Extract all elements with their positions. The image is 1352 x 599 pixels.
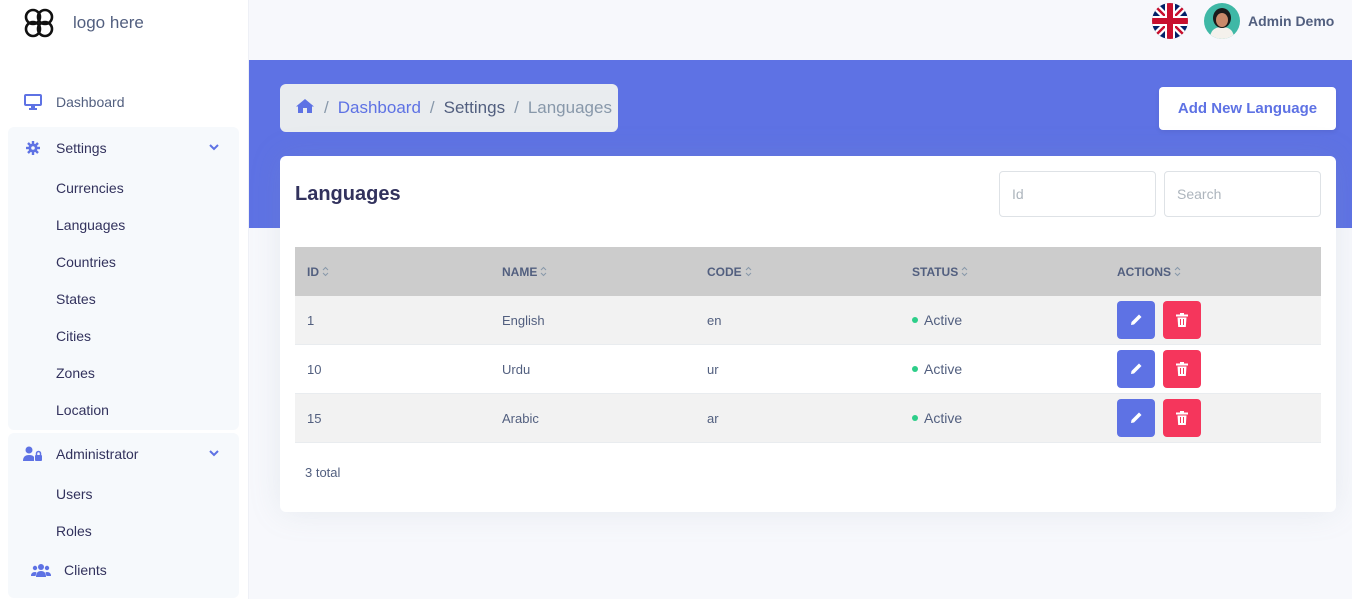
pencil-icon bbox=[1131, 314, 1142, 325]
logo-icon bbox=[24, 8, 54, 38]
status-dot bbox=[912, 415, 918, 421]
breadcrumb-separator: / bbox=[514, 98, 519, 117]
row-actions bbox=[1117, 350, 1321, 388]
sidebar-item-label: Settings bbox=[56, 140, 107, 156]
cell-code: ur bbox=[707, 361, 719, 377]
breadcrumb-current: Languages bbox=[527, 98, 612, 117]
sidebar-item-countries[interactable]: Countries bbox=[8, 243, 239, 280]
topbar: Admin Demo bbox=[249, 0, 1352, 60]
cell-code: en bbox=[707, 312, 722, 328]
uk-flag-icon[interactable] bbox=[1152, 3, 1188, 39]
status-dot bbox=[912, 366, 918, 372]
trash-icon bbox=[1176, 362, 1188, 376]
user-lock-icon bbox=[23, 444, 43, 464]
breadcrumb: / Dashboard / Settings / Languages bbox=[280, 84, 618, 132]
delete-button[interactable] bbox=[1163, 399, 1201, 437]
sidebar-item-label: Clients bbox=[64, 562, 107, 578]
home-icon[interactable] bbox=[295, 98, 315, 119]
sort-icon bbox=[540, 266, 547, 277]
cell-code: ar bbox=[707, 410, 719, 426]
table-total: 3 total bbox=[305, 465, 341, 480]
sidebar-item-states[interactable]: States bbox=[8, 280, 239, 317]
gear-icon bbox=[23, 138, 43, 158]
id-filter-input[interactable] bbox=[999, 171, 1156, 217]
row-actions bbox=[1117, 399, 1321, 437]
cell-id: 10 bbox=[307, 361, 322, 377]
column-header-name[interactable]: NAME bbox=[502, 265, 707, 279]
breadcrumb-settings[interactable]: Settings bbox=[444, 98, 505, 118]
chevron-down-icon bbox=[209, 450, 219, 457]
avatar[interactable] bbox=[1204, 3, 1240, 39]
edit-button[interactable] bbox=[1117, 350, 1155, 388]
sidebar-item-cities[interactable]: Cities bbox=[8, 317, 239, 354]
sidebar-item-administrator[interactable]: Administrator bbox=[8, 433, 239, 475]
edit-button[interactable] bbox=[1117, 399, 1155, 437]
sidebar-item-label: Dashboard bbox=[56, 94, 125, 110]
sidebar-item-location[interactable]: Location bbox=[8, 391, 239, 428]
column-header-actions[interactable]: ACTIONS bbox=[1117, 265, 1321, 279]
logo-text: logo here bbox=[73, 13, 144, 32]
chevron-down-icon bbox=[209, 144, 219, 151]
cell-name: Arabic bbox=[502, 410, 539, 426]
sidebar-item-roles[interactable]: Roles bbox=[8, 512, 239, 549]
sidebar-item-users[interactable]: Users bbox=[8, 475, 239, 512]
card-title: Languages bbox=[295, 183, 401, 205]
add-language-button[interactable]: Add New Language bbox=[1159, 87, 1336, 130]
languages-table: ID NAME CODE STATUS ACTIONS 1 English en… bbox=[295, 247, 1321, 443]
brand-logo[interactable]: logo here bbox=[22, 6, 144, 40]
users-icon bbox=[31, 560, 51, 580]
delete-button[interactable] bbox=[1163, 301, 1201, 339]
search-input[interactable] bbox=[1164, 171, 1321, 217]
sidebar-item-settings[interactable]: Settings bbox=[8, 127, 239, 169]
cell-name: Urdu bbox=[502, 361, 531, 377]
row-actions bbox=[1117, 301, 1321, 339]
table-row: 1 English en Active bbox=[295, 296, 1321, 345]
cell-name: English bbox=[502, 312, 545, 328]
column-header-id[interactable]: ID bbox=[295, 265, 502, 279]
pencil-icon bbox=[1131, 412, 1142, 423]
breadcrumb-dashboard[interactable]: Dashboard bbox=[338, 98, 421, 118]
sidebar-item-label: Administrator bbox=[56, 446, 139, 462]
cell-id: 15 bbox=[307, 410, 322, 426]
sidebar-item-currencies[interactable]: Currencies bbox=[8, 169, 239, 206]
sort-icon bbox=[961, 266, 968, 277]
sidebar: logo here Dashboard Settings Currencies … bbox=[0, 0, 249, 599]
column-header-status[interactable]: STATUS bbox=[912, 265, 1117, 279]
trash-icon bbox=[1176, 313, 1188, 327]
breadcrumb-separator: / bbox=[324, 98, 329, 117]
sidebar-item-dashboard[interactable]: Dashboard bbox=[8, 83, 239, 121]
user-name[interactable]: Admin Demo bbox=[1248, 13, 1334, 29]
sidebar-item-zones[interactable]: Zones bbox=[8, 354, 239, 391]
sort-icon bbox=[322, 266, 329, 277]
breadcrumb-separator: / bbox=[429, 98, 435, 117]
edit-button[interactable] bbox=[1117, 301, 1155, 339]
sort-icon bbox=[1174, 266, 1181, 277]
monitor-icon bbox=[23, 92, 43, 112]
delete-button[interactable] bbox=[1163, 350, 1201, 388]
column-header-code[interactable]: CODE bbox=[707, 265, 912, 279]
pencil-icon bbox=[1131, 363, 1142, 374]
status-badge: Active bbox=[912, 361, 1117, 377]
table-row: 15 Arabic ar Active bbox=[295, 394, 1321, 443]
table-row: 10 Urdu ur Active bbox=[295, 345, 1321, 394]
status-badge: Active bbox=[912, 312, 1117, 328]
sidebar-group-settings: Settings Currencies Languages Countries … bbox=[8, 127, 239, 430]
trash-icon bbox=[1176, 411, 1188, 425]
status-badge: Active bbox=[912, 410, 1117, 426]
sidebar-item-clients[interactable]: Clients bbox=[8, 549, 239, 591]
sidebar-group-administrator: Administrator Users Roles Clients bbox=[8, 433, 239, 598]
cell-id: 1 bbox=[307, 312, 315, 328]
sidebar-item-languages[interactable]: Languages bbox=[8, 206, 239, 243]
languages-card: Languages ID NAME CODE STATUS ACTIONS 1 … bbox=[280, 156, 1336, 512]
table-header: ID NAME CODE STATUS ACTIONS bbox=[295, 247, 1321, 296]
sort-icon bbox=[745, 266, 752, 277]
status-dot bbox=[912, 317, 918, 323]
